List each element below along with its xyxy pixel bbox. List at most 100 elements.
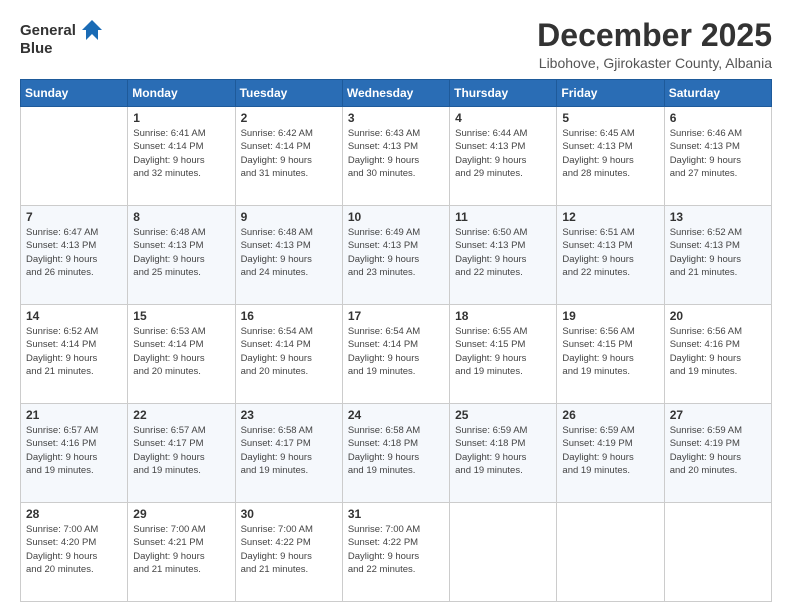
day-info: Sunrise: 7:00 AM Sunset: 4:20 PM Dayligh… (26, 523, 122, 576)
calendar-header-row: SundayMondayTuesdayWednesdayThursdayFrid… (21, 80, 772, 107)
calendar-header-monday: Monday (128, 80, 235, 107)
calendar-cell: 31Sunrise: 7:00 AM Sunset: 4:22 PM Dayli… (342, 503, 449, 602)
calendar-cell: 8Sunrise: 6:48 AM Sunset: 4:13 PM Daylig… (128, 206, 235, 305)
day-info: Sunrise: 6:49 AM Sunset: 4:13 PM Dayligh… (348, 226, 444, 279)
day-number: 8 (133, 210, 229, 224)
calendar-cell: 1 Sunrise: 6:41 AM Sunset: 4:14 PM Daylig… (128, 107, 235, 206)
day-info: Sunrise: 6:58 AM Sunset: 4:17 PM Dayligh… (241, 424, 337, 477)
day-number: 31 (348, 507, 444, 521)
logo-text: General (20, 22, 76, 40)
logo-blue-text: Blue (20, 40, 53, 58)
day-number: 30 (241, 507, 337, 521)
logo-icon (78, 16, 106, 44)
location: Libohove, Gjirokaster County, Albania (537, 55, 772, 71)
day-info: Sunrise: 6:53 AM Sunset: 4:14 PM Dayligh… (133, 325, 229, 378)
calendar-cell: 20 Sunrise: 6:56 AM Sunset: 4:16 PM Dayli… (664, 305, 771, 404)
calendar-cell (664, 503, 771, 602)
day-info: Sunrise: 6:41 AM Sunset: 4:14 PM Dayligh… (133, 127, 229, 180)
calendar-cell: 27Sunrise: 6:59 AM Sunset: 4:19 PM Dayli… (664, 404, 771, 503)
day-info: Sunrise: 6:57 AM Sunset: 4:17 PM Dayligh… (133, 424, 229, 477)
calendar-cell: 17 Sunrise: 6:54 AM Sunset: 4:14 PM Dayli… (342, 305, 449, 404)
calendar-cell: 2Sunrise: 6:42 AM Sunset: 4:14 PM Daylig… (235, 107, 342, 206)
day-number: 5 (562, 111, 658, 125)
header: General Blue December 2025 Libohove, Gji… (20, 18, 772, 71)
day-number: 20 (670, 309, 766, 323)
month-title: December 2025 (537, 18, 772, 53)
calendar-cell: 24 Sunrise: 6:58 AM Sunset: 4:18 PM Dayli… (342, 404, 449, 503)
day-info: Sunrise: 6:59 AM Sunset: 4:18 PM Dayligh… (455, 424, 551, 477)
calendar-cell: 29Sunrise: 7:00 AM Sunset: 4:21 PM Dayli… (128, 503, 235, 602)
calendar-week-row: 1 Sunrise: 6:41 AM Sunset: 4:14 PM Daylig… (21, 107, 772, 206)
calendar-cell: 13 Sunrise: 6:52 AM Sunset: 4:13 PM Dayli… (664, 206, 771, 305)
calendar-cell: 22 Sunrise: 6:57 AM Sunset: 4:17 PM Dayli… (128, 404, 235, 503)
calendar-cell (557, 503, 664, 602)
day-info: Sunrise: 6:45 AM Sunset: 4:13 PM Dayligh… (562, 127, 658, 180)
calendar-cell: 21 Sunrise: 6:57 AM Sunset: 4:16 PM Dayli… (21, 404, 128, 503)
day-number: 29 (133, 507, 229, 521)
day-number: 15 (133, 309, 229, 323)
day-number: 26 (562, 408, 658, 422)
calendar-cell: 7Sunrise: 6:47 AM Sunset: 4:13 PM Daylig… (21, 206, 128, 305)
day-number: 25 (455, 408, 551, 422)
calendar-cell: 5 Sunrise: 6:45 AM Sunset: 4:13 PM Daylig… (557, 107, 664, 206)
calendar-header-sunday: Sunday (21, 80, 128, 107)
calendar-week-row: 14 Sunrise: 6:52 AM Sunset: 4:14 PM Dayli… (21, 305, 772, 404)
calendar-cell: 26 Sunrise: 6:59 AM Sunset: 4:19 PM Dayli… (557, 404, 664, 503)
day-info: Sunrise: 6:54 AM Sunset: 4:14 PM Dayligh… (241, 325, 337, 378)
calendar-header-wednesday: Wednesday (342, 80, 449, 107)
day-number: 22 (133, 408, 229, 422)
day-info: Sunrise: 6:52 AM Sunset: 4:14 PM Dayligh… (26, 325, 122, 378)
day-info: Sunrise: 6:54 AM Sunset: 4:14 PM Dayligh… (348, 325, 444, 378)
day-number: 28 (26, 507, 122, 521)
calendar-cell: 14 Sunrise: 6:52 AM Sunset: 4:14 PM Dayli… (21, 305, 128, 404)
day-info: Sunrise: 6:59 AM Sunset: 4:19 PM Dayligh… (670, 424, 766, 477)
day-number: 1 (133, 111, 229, 125)
title-block: December 2025 Libohove, Gjirokaster Coun… (537, 18, 772, 71)
calendar-cell: 12 Sunrise: 6:51 AM Sunset: 4:13 PM Dayli… (557, 206, 664, 305)
day-number: 3 (348, 111, 444, 125)
day-number: 21 (26, 408, 122, 422)
day-info: Sunrise: 6:48 AM Sunset: 4:13 PM Dayligh… (241, 226, 337, 279)
day-number: 6 (670, 111, 766, 125)
calendar-cell (21, 107, 128, 206)
day-info: Sunrise: 6:59 AM Sunset: 4:19 PM Dayligh… (562, 424, 658, 477)
calendar-cell: 15 Sunrise: 6:53 AM Sunset: 4:14 PM Dayli… (128, 305, 235, 404)
calendar-cell: 16Sunrise: 6:54 AM Sunset: 4:14 PM Dayli… (235, 305, 342, 404)
day-info: Sunrise: 6:52 AM Sunset: 4:13 PM Dayligh… (670, 226, 766, 279)
calendar-header-tuesday: Tuesday (235, 80, 342, 107)
calendar-cell: 10Sunrise: 6:49 AM Sunset: 4:13 PM Dayli… (342, 206, 449, 305)
day-number: 23 (241, 408, 337, 422)
day-number: 2 (241, 111, 337, 125)
page: General Blue December 2025 Libohove, Gji… (0, 0, 792, 612)
calendar-cell: 30Sunrise: 7:00 AM Sunset: 4:22 PM Dayli… (235, 503, 342, 602)
day-number: 13 (670, 210, 766, 224)
day-info: Sunrise: 6:57 AM Sunset: 4:16 PM Dayligh… (26, 424, 122, 477)
day-number: 17 (348, 309, 444, 323)
day-info: Sunrise: 6:51 AM Sunset: 4:13 PM Dayligh… (562, 226, 658, 279)
calendar-cell: 4Sunrise: 6:44 AM Sunset: 4:13 PM Daylig… (450, 107, 557, 206)
calendar-cell: 18 Sunrise: 6:55 AM Sunset: 4:15 PM Dayli… (450, 305, 557, 404)
day-info: Sunrise: 6:58 AM Sunset: 4:18 PM Dayligh… (348, 424, 444, 477)
day-number: 24 (348, 408, 444, 422)
day-info: Sunrise: 6:43 AM Sunset: 4:13 PM Dayligh… (348, 127, 444, 180)
calendar-cell: 6 Sunrise: 6:46 AM Sunset: 4:13 PM Daylig… (664, 107, 771, 206)
day-number: 12 (562, 210, 658, 224)
calendar-cell: 28 Sunrise: 7:00 AM Sunset: 4:20 PM Dayli… (21, 503, 128, 602)
day-number: 7 (26, 210, 122, 224)
day-number: 18 (455, 309, 551, 323)
calendar-table: SundayMondayTuesdayWednesdayThursdayFrid… (20, 79, 772, 602)
calendar-cell: 25 Sunrise: 6:59 AM Sunset: 4:18 PM Dayli… (450, 404, 557, 503)
day-number: 4 (455, 111, 551, 125)
day-info: Sunrise: 6:55 AM Sunset: 4:15 PM Dayligh… (455, 325, 551, 378)
calendar-cell: 3 Sunrise: 6:43 AM Sunset: 4:13 PM Daylig… (342, 107, 449, 206)
day-info: Sunrise: 6:46 AM Sunset: 4:13 PM Dayligh… (670, 127, 766, 180)
day-number: 14 (26, 309, 122, 323)
calendar-cell: 23 Sunrise: 6:58 AM Sunset: 4:17 PM Dayli… (235, 404, 342, 503)
calendar-header-friday: Friday (557, 80, 664, 107)
day-info: Sunrise: 6:50 AM Sunset: 4:13 PM Dayligh… (455, 226, 551, 279)
day-info: Sunrise: 6:56 AM Sunset: 4:16 PM Dayligh… (670, 325, 766, 378)
day-number: 19 (562, 309, 658, 323)
calendar-week-row: 7Sunrise: 6:47 AM Sunset: 4:13 PM Daylig… (21, 206, 772, 305)
day-info: Sunrise: 6:56 AM Sunset: 4:15 PM Dayligh… (562, 325, 658, 378)
calendar-cell: 9Sunrise: 6:48 AM Sunset: 4:13 PM Daylig… (235, 206, 342, 305)
